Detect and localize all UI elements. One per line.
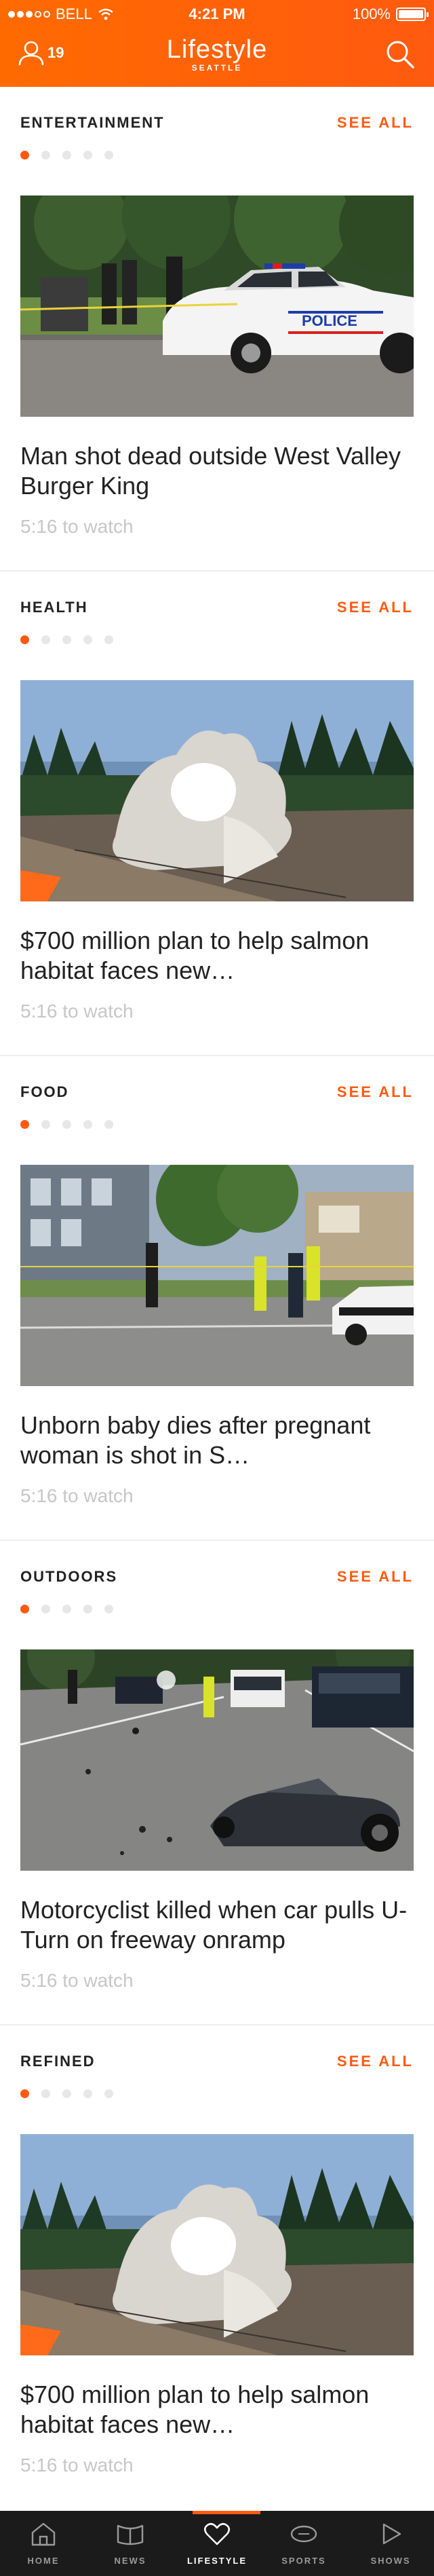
carousel-dot[interactable] xyxy=(83,1605,92,1613)
carousel-dot[interactable] xyxy=(104,151,113,160)
status-right: 100% xyxy=(352,5,429,23)
tab-news[interactable]: NEWS xyxy=(87,2511,174,2576)
section-title: FOOD xyxy=(20,1083,69,1100)
battery-percentage: 100% xyxy=(352,5,391,22)
section-header: ENTERTAINMENT SEE ALL xyxy=(20,114,414,134)
story-headline[interactable]: Unborn baby dies after pregnant woman is… xyxy=(20,1411,414,1470)
video-thumbnail[interactable] xyxy=(20,680,414,901)
carousel-dot[interactable] xyxy=(83,151,92,160)
watch-duration: 5:16 to watch xyxy=(20,2454,134,2476)
tab-label: LIFESTYLE xyxy=(186,2556,248,2566)
carousel-dot[interactable] xyxy=(104,635,113,644)
carousel-dot[interactable] xyxy=(41,2089,50,2098)
battery-icon xyxy=(396,7,429,21)
svg-text:POLICE: POLICE xyxy=(302,312,357,329)
tab-lifestyle[interactable]: LIFESTYLE xyxy=(174,2511,260,2576)
search-icon xyxy=(387,41,414,69)
street-scene-image xyxy=(20,1165,414,1386)
watch-duration: 5:16 to watch xyxy=(20,516,134,537)
carousel-dot[interactable] xyxy=(83,2089,92,2098)
carousel-dot[interactable] xyxy=(104,2089,113,2098)
watch-duration: 5:16 to watch xyxy=(20,1970,134,1991)
carousel-dot[interactable] xyxy=(62,1605,71,1613)
video-thumbnail[interactable]: POLICE xyxy=(20,195,414,417)
carousel-dots xyxy=(20,1605,113,1613)
carousel-dot[interactable] xyxy=(41,151,50,160)
carousel-dots xyxy=(20,635,113,644)
category-section-refined: REFINED SEE ALL $700 million plan to hel… xyxy=(0,2026,434,2510)
play-icon xyxy=(382,2523,401,2545)
category-section-food: FOOD SEE ALL Unborn baby dies after preg… xyxy=(0,1056,434,1541)
section-header: HEALTH SEE ALL xyxy=(20,599,414,619)
story-headline[interactable]: $700 million plan to help salmon habitat… xyxy=(20,926,414,986)
watch-duration: 5:16 to watch xyxy=(20,1485,134,1506)
carousel-dots xyxy=(20,151,113,160)
carousel-dot[interactable] xyxy=(62,151,71,160)
news-icon xyxy=(117,2524,144,2545)
section-title: HEALTH xyxy=(20,599,88,616)
section-title: OUTDOORS xyxy=(20,1568,118,1585)
video-thumbnail[interactable] xyxy=(20,1649,414,1871)
see-all-link[interactable]: SEE ALL xyxy=(337,1568,414,1586)
watch-duration: 5:16 to watch xyxy=(20,1001,134,1022)
carousel-dot[interactable] xyxy=(41,1605,50,1613)
section-header: REFINED SEE ALL xyxy=(20,2053,414,2073)
tab-label: SHOWS xyxy=(370,2556,411,2566)
heart-icon xyxy=(203,2522,231,2545)
section-title: REFINED xyxy=(20,2053,96,2070)
bottom-tab-bar: HOME NEWS LIFESTYLE SPORTS SHOWS xyxy=(0,2511,434,2576)
category-section-health: HEALTH SEE ALL $700 million plan to help… xyxy=(0,572,434,1056)
carousel-dot[interactable] xyxy=(104,1120,113,1129)
carousel-dots xyxy=(20,2089,113,2098)
tab-label: NEWS xyxy=(114,2556,146,2566)
carousel-dot[interactable] xyxy=(83,1120,92,1129)
section-title: ENTERTAINMENT xyxy=(20,114,165,131)
dam-explosion-image xyxy=(20,2134,414,2355)
section-header: FOOD SEE ALL xyxy=(20,1083,414,1104)
carousel-dot[interactable] xyxy=(20,635,29,644)
section-header: OUTDOORS SEE ALL xyxy=(20,1568,414,1588)
status-bar: BELL 4:21 PM 100% xyxy=(0,0,434,27)
carousel-dot[interactable] xyxy=(62,1120,71,1129)
carousel-dot[interactable] xyxy=(83,635,92,644)
video-thumbnail[interactable] xyxy=(20,1165,414,1386)
tab-sports[interactable]: SPORTS xyxy=(260,2511,347,2576)
story-headline[interactable]: Man shot dead outside West Valley Burger… xyxy=(20,441,414,501)
tab-home[interactable]: HOME xyxy=(0,2511,87,2576)
story-headline[interactable]: Motorcyclist killed when car pulls U-Tur… xyxy=(20,1895,414,1955)
tab-label: HOME xyxy=(27,2556,60,2566)
app-header: BELL 4:21 PM 100% 19 Lifestyle SEATTLE xyxy=(0,0,434,87)
carousel-dot[interactable] xyxy=(62,2089,71,2098)
carousel-dot[interactable] xyxy=(20,1605,29,1613)
motorcycle-crash-image xyxy=(20,1649,414,1871)
page-subtitle: SEATTLE xyxy=(191,63,243,73)
tab-shows[interactable]: SHOWS xyxy=(347,2511,434,2576)
story-headline[interactable]: $700 million plan to help salmon habitat… xyxy=(20,2380,414,2440)
category-section-outdoors: OUTDOORS SEE ALL Motorcyclist killed whe… xyxy=(0,1541,434,2026)
see-all-link[interactable]: SEE ALL xyxy=(337,2053,414,2070)
carousel-dot[interactable] xyxy=(20,151,29,160)
carousel-dots xyxy=(20,1120,113,1129)
page-title: Lifestyle xyxy=(166,35,268,64)
search-button[interactable] xyxy=(385,39,415,73)
carousel-dot[interactable] xyxy=(41,1120,50,1129)
see-all-link[interactable]: SEE ALL xyxy=(337,599,414,616)
home-icon xyxy=(31,2522,56,2546)
tab-label: SPORTS xyxy=(281,2556,326,2566)
see-all-link[interactable]: SEE ALL xyxy=(337,114,414,132)
carousel-dot[interactable] xyxy=(20,1120,29,1129)
carousel-dot[interactable] xyxy=(20,2089,29,2098)
police-scene-image: POLICE xyxy=(20,195,414,417)
see-all-link[interactable]: SEE ALL xyxy=(337,1083,414,1101)
category-section-entertainment: ENTERTAINMENT SEE ALL POLICE Man shot de… xyxy=(0,87,434,572)
carousel-dot[interactable] xyxy=(104,1605,113,1613)
video-thumbnail[interactable] xyxy=(20,2134,414,2355)
ball-icon xyxy=(290,2525,317,2543)
carousel-dot[interactable] xyxy=(62,635,71,644)
carousel-dot[interactable] xyxy=(41,635,50,644)
brand: Lifestyle SEATTLE xyxy=(0,35,434,73)
dam-explosion-image xyxy=(20,680,414,901)
